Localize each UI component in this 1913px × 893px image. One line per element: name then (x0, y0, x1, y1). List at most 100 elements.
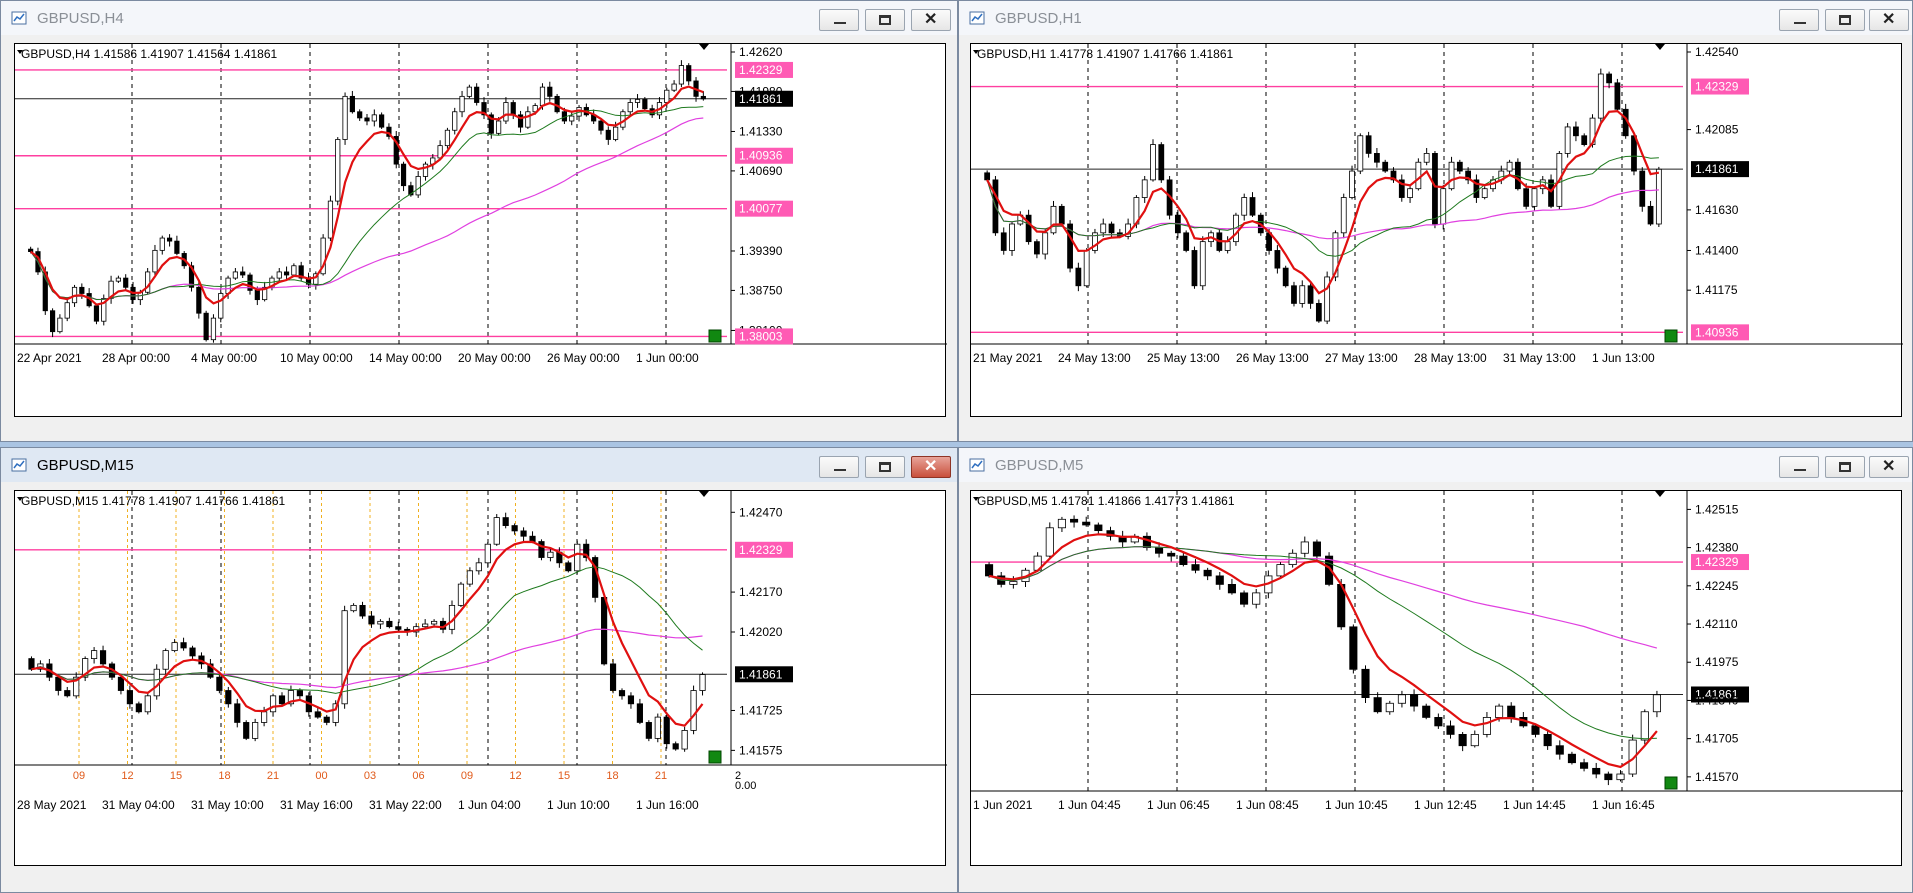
candle-body (283, 271, 290, 276)
candle-body (1432, 153, 1438, 225)
candle-body (1227, 583, 1236, 594)
price-axis-label: 1.41975 (1695, 655, 1739, 669)
candle-body (180, 642, 187, 649)
candle-body (252, 722, 259, 739)
candle-body (1058, 205, 1065, 225)
candle-body (1531, 725, 1540, 735)
candle-body (1009, 223, 1015, 251)
price-axis-label: 1.38003 (739, 329, 783, 343)
candle-body (690, 690, 697, 731)
hour-label: 09 (73, 770, 85, 782)
candle-body (609, 663, 617, 691)
candle-body (1631, 135, 1637, 172)
maximize-button[interactable] (1825, 9, 1865, 31)
window-titlebar[interactable]: GBPUSD,H1 ✕ (959, 1, 1912, 35)
chart-window-gbpusd-h1[interactable]: GBPUSD,H1 ✕ 1.42540 1.42329 1.42085 1.41861… (958, 0, 1913, 442)
time-axis-label: 26 May 13:00 (1236, 351, 1309, 365)
chart-window-gbpusd-m5[interactable]: GBPUSD,M5 ✕ 1.42515 1.42380 1.42329 1.42245… (958, 447, 1913, 893)
price-axis-label: 1.42329 (1695, 80, 1739, 94)
candle-body (1224, 241, 1231, 251)
minimize-button[interactable] (819, 456, 859, 478)
candlestick-chart-svg[interactable]: 09 12 15 18 21 00 03 06 09 12 15 18 21 1.42470 1.42329… (15, 491, 947, 891)
candle-body (1034, 241, 1040, 255)
candle-body (452, 111, 458, 131)
price-chart[interactable]: 09 12 15 18 21 00 03 06 09 12 15 18 21 1.42470 1.42329… (14, 490, 947, 866)
candle-body (349, 95, 355, 113)
window-title: GBPUSD,M15 (37, 457, 134, 474)
minimize-icon (834, 469, 846, 471)
price-axis-label: 1.41705 (1695, 732, 1739, 746)
candle-body (1385, 702, 1394, 713)
candle-body (377, 620, 384, 625)
minimize-button[interactable] (819, 9, 859, 31)
maximize-button[interactable] (1825, 456, 1865, 478)
shift-marker-icon (1655, 44, 1665, 50)
price-chart[interactable]: 1.42515 1.42380 1.42329 1.42245 1.42110 1.419… (970, 490, 1903, 866)
chart-window-gbpusd-h4[interactable]: GBPUSD,H4 ✕ 1.426201.423291.419801.41861… (0, 0, 958, 442)
hour-label: 12 (121, 770, 133, 782)
candle-body (234, 703, 241, 723)
candle-body (1108, 223, 1115, 234)
minimize-button[interactable] (1779, 9, 1819, 31)
candle-body (1167, 552, 1176, 557)
maximize-button[interactable] (865, 9, 905, 31)
candle-body (323, 716, 330, 723)
time-axis-label: 22 Apr 2021 (17, 351, 82, 365)
close-button[interactable]: ✕ (911, 9, 951, 31)
chart-window-gbpusd-m15[interactable]: GBPUSD,M15 ✕ 09 12 15 18 21 00 03 06 09 12 15 18 21 1… (0, 447, 958, 893)
price-chart[interactable]: 1.42540 1.42329 1.42085 1.41861 1.41630 1.414… (970, 43, 1903, 417)
candle-body (1000, 232, 1007, 251)
minimize-button[interactable] (1779, 456, 1819, 478)
candle-body (1423, 153, 1430, 163)
price-axis-label: 1.41725 (739, 703, 783, 717)
price-chart[interactable]: 1.426201.423291.419801.418611.413301.409… (14, 43, 947, 417)
time-axis-label: 10 May 00:00 (280, 351, 353, 365)
minimize-icon (834, 22, 846, 24)
candle-body (225, 690, 232, 705)
candle-body (1240, 592, 1249, 605)
candle-body (1307, 285, 1314, 304)
candle-body (1142, 535, 1151, 549)
window-titlebar[interactable]: GBPUSD,M15 ✕ (1, 448, 957, 482)
candle-body (357, 111, 363, 119)
candle-body (634, 99, 641, 103)
candle-body (511, 525, 518, 532)
price-axis-label: 1.41630 (1695, 203, 1739, 217)
candle-body (1592, 767, 1601, 775)
candle-body (126, 690, 133, 705)
close-button[interactable]: ✕ (1869, 456, 1909, 478)
candle-body (1440, 188, 1447, 225)
time-axis-label: 31 May 13:00 (1503, 351, 1576, 365)
maximize-button[interactable] (865, 456, 905, 478)
time-axis-label: 31 May 16:00 (280, 798, 353, 812)
close-button[interactable]: ✕ (1869, 9, 1909, 31)
candlestick-chart-svg[interactable]: 1.42540 1.42329 1.42085 1.41861 1.41630 1.414… (971, 44, 1903, 438)
close-button[interactable]: ✕ (911, 456, 951, 478)
expert-status-icon (1664, 329, 1678, 343)
candle-body (1481, 188, 1488, 198)
price-axis-label: 1.42020 (739, 625, 783, 639)
price-axis-label: 1.41570 (1695, 770, 1739, 784)
candle-body (1640, 711, 1649, 741)
time-axis-label: 1 Jun 04:45 (1058, 798, 1121, 812)
candle-body (1581, 135, 1588, 145)
candle-body (1191, 250, 1198, 287)
time-axis-label: 1 Jun 16:45 (1592, 798, 1655, 812)
candle-body (1434, 717, 1443, 727)
candle-body (203, 312, 209, 341)
candlestick-chart-svg[interactable]: 1.42515 1.423801.42329 1.42245 1.42110 1.419… (971, 491, 1903, 891)
candle-body (1531, 188, 1538, 207)
maximize-icon (879, 15, 891, 25)
window-titlebar[interactable]: GBPUSD,M5 ✕ (959, 448, 1912, 482)
close-icon: ✕ (1882, 11, 1896, 28)
hour-label: 06 (412, 770, 424, 782)
candle-body (1203, 569, 1212, 577)
hour-label: 00 (315, 770, 327, 782)
candle-body (671, 83, 677, 91)
window-title: GBPUSD,H4 (37, 10, 124, 27)
price-axis-label: 1.39390 (739, 244, 783, 258)
window-titlebar[interactable]: GBPUSD,H4 ✕ (1, 1, 957, 35)
time-axis-label: 28 May 13:00 (1414, 351, 1487, 365)
candle-body (1458, 733, 1467, 747)
candlestick-chart-svg[interactable]: 1.426201.423291.419801.418611.413301.409… (15, 44, 947, 438)
